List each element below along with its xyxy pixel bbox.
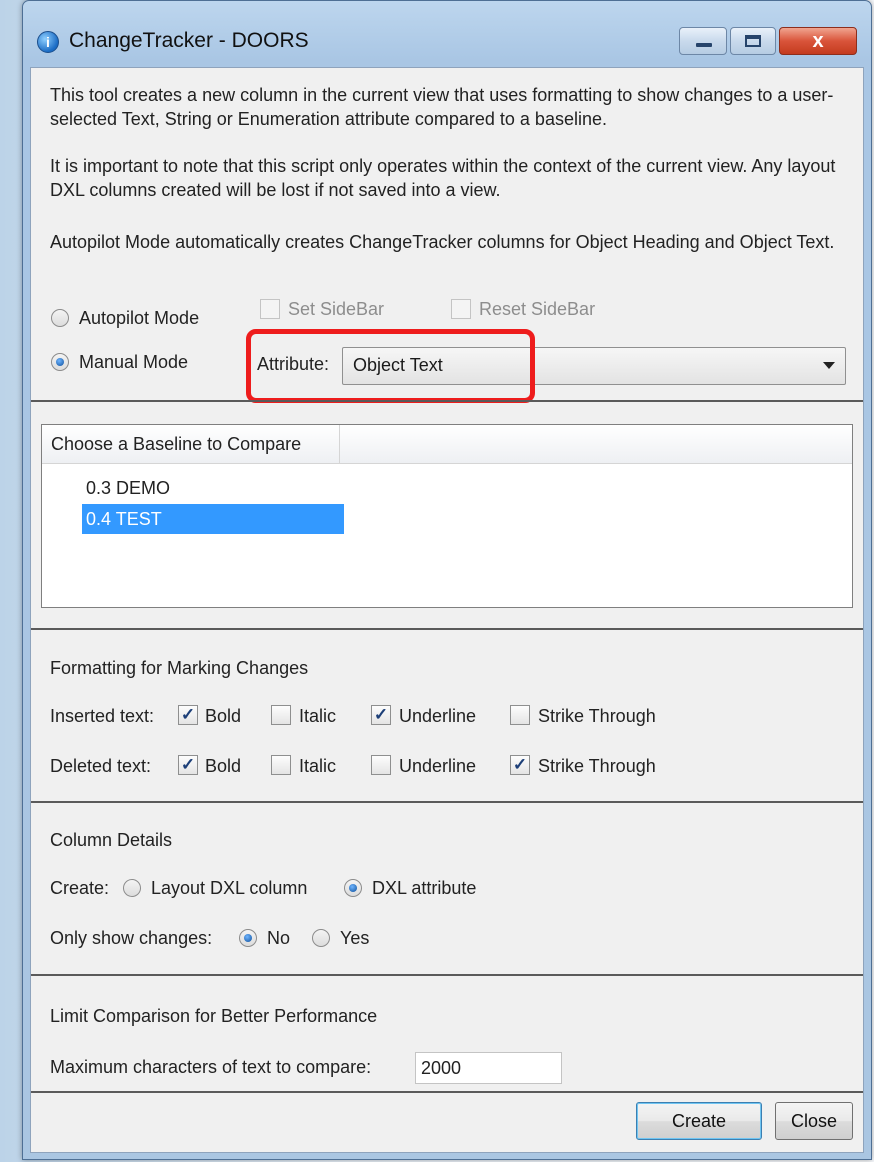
- section-divider: [31, 974, 863, 976]
- inserted-bold-checkbox[interactable]: ✓: [178, 705, 198, 725]
- only-changes-no-radio[interactable]: [239, 929, 257, 947]
- limit-comparison-heading: Limit Comparison for Better Performance: [50, 1006, 378, 1026]
- deleted-text-label: Deleted text:: [50, 756, 152, 776]
- inserted-underline-checkbox[interactable]: ✓: [371, 705, 391, 725]
- section-divider: [31, 801, 863, 803]
- reset-sidebar-label: Reset SideBar: [479, 299, 596, 319]
- deleted-italic-checkbox[interactable]: [271, 755, 291, 775]
- title-bar[interactable]: i ChangeTracker - DOORS x: [23, 1, 871, 67]
- deleted-bold-checkbox[interactable]: ✓: [178, 755, 198, 775]
- layout-dxl-column-radio[interactable]: [123, 879, 141, 897]
- section-divider: [31, 400, 863, 402]
- inserted-text-label: Inserted text:: [50, 706, 155, 726]
- inserted-strikethrough-checkbox[interactable]: [510, 705, 530, 725]
- only-changes-yes-radio[interactable]: [312, 929, 330, 947]
- reset-sidebar-checkbox[interactable]: [451, 299, 471, 319]
- intro-paragraph-2: It is important to note that this script…: [50, 156, 836, 200]
- section-divider: [31, 1091, 863, 1093]
- set-sidebar-checkbox[interactable]: [260, 299, 280, 319]
- manual-mode-label: Manual Mode: [79, 352, 189, 372]
- baseline-column-header[interactable]: Choose a Baseline to Compare: [42, 425, 340, 463]
- doors-app-icon: i: [37, 31, 59, 53]
- set-sidebar-label: Set SideBar: [288, 299, 385, 319]
- autopilot-mode-radio[interactable]: [51, 309, 69, 327]
- only-show-changes-label: Only show changes:: [50, 928, 213, 948]
- baseline-list-header: Choose a Baseline to Compare: [42, 425, 852, 464]
- only-changes-no-label: No: [267, 928, 291, 948]
- max-characters-input[interactable]: [415, 1052, 562, 1084]
- baseline-list[interactable]: Choose a Baseline to Compare 0.3 DEMO 0.…: [41, 424, 853, 608]
- dialog-client-area: This tool creates a new column in the cu…: [30, 67, 864, 1153]
- inserted-italic-checkbox[interactable]: [271, 705, 291, 725]
- maximize-button[interactable]: [730, 27, 776, 55]
- intro-paragraph-3: Autopilot Mode automatically creates Cha…: [50, 232, 835, 252]
- window-title: ChangeTracker - DOORS: [69, 29, 309, 52]
- create-label: Create:: [50, 878, 110, 898]
- formatting-heading: Formatting for Marking Changes: [50, 658, 309, 678]
- create-button[interactable]: Create: [636, 1102, 762, 1140]
- close-window-button[interactable]: x: [779, 27, 857, 55]
- deleted-italic-label: Italic: [299, 756, 337, 776]
- inserted-italic-label: Italic: [299, 706, 337, 726]
- close-button[interactable]: Close: [775, 1102, 853, 1140]
- chevron-down-icon: [823, 362, 835, 369]
- deleted-underline-label: Underline: [399, 756, 477, 776]
- changetracker-window: i ChangeTracker - DOORS x This tool crea…: [22, 0, 872, 1160]
- minimize-icon: [696, 43, 712, 47]
- intro-paragraph-1: This tool creates a new column in the cu…: [50, 85, 834, 129]
- deleted-strikethrough-label: Strike Through: [538, 756, 656, 776]
- layout-dxl-column-label: Layout DXL column: [151, 878, 308, 898]
- inserted-strikethrough-label: Strike Through: [538, 706, 656, 726]
- attribute-highlight-annotation: [246, 329, 535, 403]
- maximize-icon: [745, 35, 761, 47]
- only-changes-yes-label: Yes: [340, 928, 370, 948]
- deleted-underline-checkbox[interactable]: [371, 755, 391, 775]
- manual-mode-radio[interactable]: [51, 353, 69, 371]
- baseline-item-0-3-demo[interactable]: 0.3 DEMO: [82, 473, 344, 503]
- inserted-underline-label: Underline: [399, 706, 477, 726]
- baseline-item-0-4-test[interactable]: 0.4 TEST: [82, 504, 344, 534]
- dxl-attribute-radio[interactable]: [344, 879, 362, 897]
- autopilot-mode-label: Autopilot Mode: [79, 308, 200, 328]
- column-details-heading: Column Details: [50, 830, 173, 850]
- section-divider: [31, 628, 863, 630]
- max-characters-label: Maximum characters of text to compare:: [50, 1057, 372, 1077]
- minimize-button[interactable]: [679, 27, 727, 55]
- inserted-bold-label: Bold: [205, 706, 242, 726]
- deleted-bold-label: Bold: [205, 756, 242, 776]
- dxl-attribute-label: DXL attribute: [372, 878, 477, 898]
- close-icon: x: [812, 30, 824, 52]
- deleted-strikethrough-checkbox[interactable]: ✓: [510, 755, 530, 775]
